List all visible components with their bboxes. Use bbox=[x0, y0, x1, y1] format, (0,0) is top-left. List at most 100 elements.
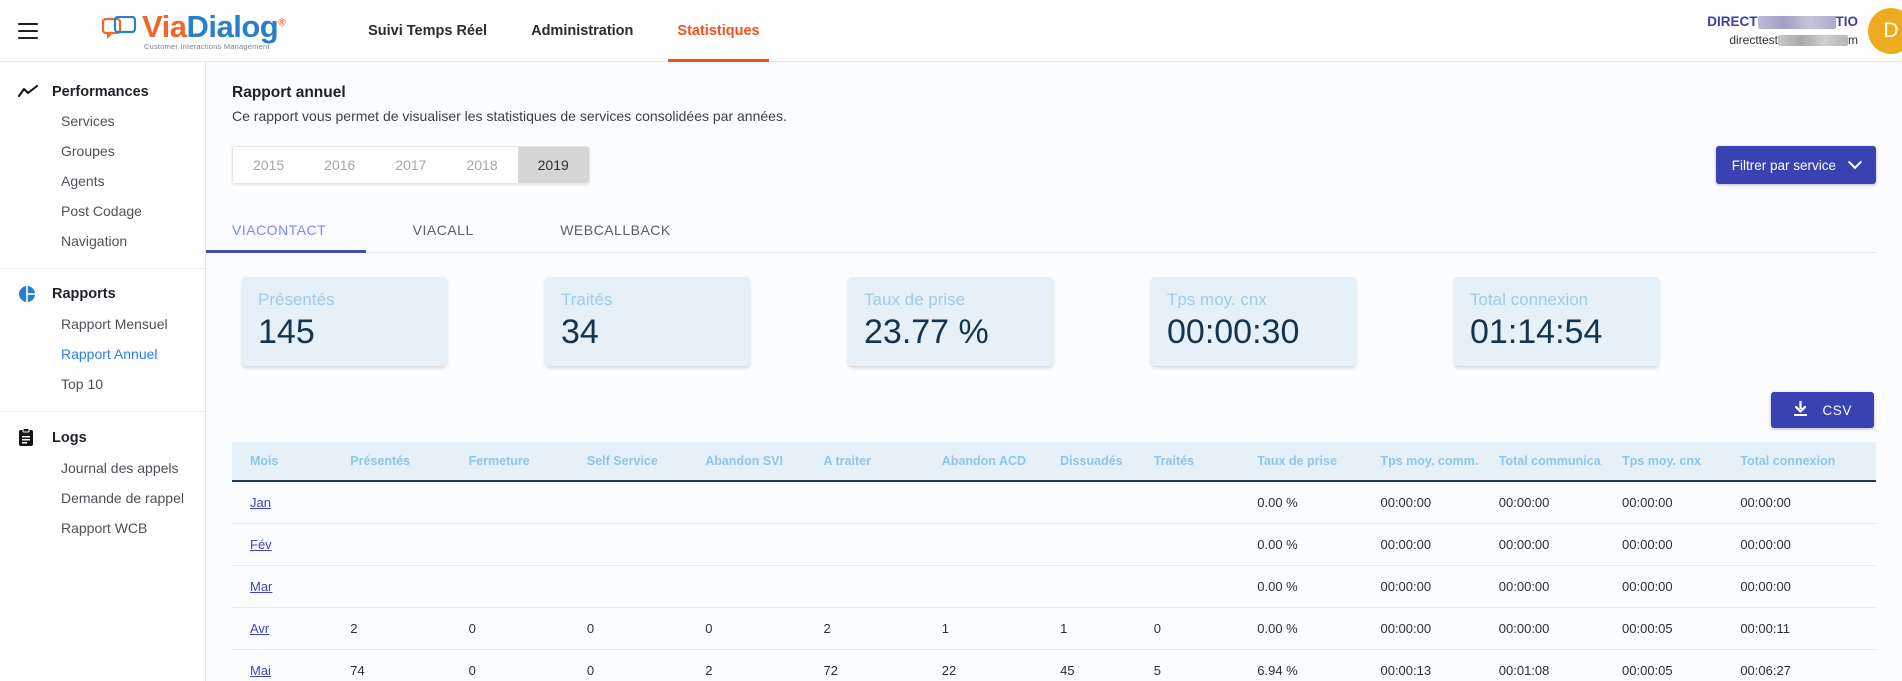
column-header-mois[interactable]: Mois bbox=[232, 442, 351, 483]
sidebar-item-services[interactable]: Services bbox=[0, 106, 205, 136]
column-header-tps-moy-cnx[interactable]: Tps moy. cnx bbox=[1622, 442, 1741, 483]
year-button-2019[interactable]: 2019 bbox=[517, 147, 589, 183]
avatar[interactable]: D bbox=[1868, 7, 1902, 54]
sidebar-item-rapport-mensuel[interactable]: Rapport Mensuel bbox=[0, 309, 205, 339]
column-header-tps-moy-comm[interactable]: Tps moy. comm. bbox=[1380, 442, 1499, 483]
export-row: CSV bbox=[232, 392, 1876, 429]
primary-nav: Suivi Temps Réel Administration Statisti… bbox=[367, 0, 769, 62]
table-cell bbox=[586, 565, 706, 609]
column-header-abandon-svi[interactable]: Abandon SVI bbox=[705, 442, 824, 483]
sidebar-item-journal-des-appels[interactable]: Journal des appels bbox=[0, 453, 205, 483]
sidebar: Performances Services Groupes Agents Pos… bbox=[0, 62, 206, 681]
month-link[interactable]: Fév bbox=[250, 537, 272, 552]
kpi-value: 145 bbox=[258, 313, 315, 351]
column-header-presentes[interactable]: Présentés bbox=[350, 442, 469, 483]
table-cell: 00:00:00 bbox=[1740, 481, 1876, 525]
table-cell: 0.00 % bbox=[1257, 481, 1381, 525]
kpi-value: 23.77 % bbox=[864, 313, 989, 351]
sidebar-item-rapport-annuel[interactable]: Rapport Annuel bbox=[0, 339, 205, 369]
table-cell: 5 bbox=[1153, 649, 1258, 681]
column-header-traites[interactable]: Traités bbox=[1153, 442, 1258, 483]
year-button-2016[interactable]: 2016 bbox=[304, 147, 376, 183]
controls-row: 2015 2016 2017 2018 2019 Filtrer par ser… bbox=[232, 146, 1876, 184]
table-cell bbox=[586, 523, 706, 567]
month-link[interactable]: Jan bbox=[250, 495, 271, 510]
table-cell: 00:00:00 bbox=[1498, 607, 1623, 651]
table-cell: 00:00:00 bbox=[1622, 523, 1741, 567]
table-cell: 1 bbox=[1060, 607, 1154, 651]
table-cell: 0 bbox=[468, 649, 587, 681]
table-cell-mois: Jan bbox=[232, 481, 351, 525]
sidebar-header-performances[interactable]: Performances bbox=[0, 78, 205, 106]
user-email-prefix: directtest bbox=[1729, 32, 1778, 47]
column-header-abandon-acd[interactable]: Abandon ACD bbox=[941, 442, 1061, 483]
table-cell: 00:00:00 bbox=[1622, 481, 1741, 525]
table-cell bbox=[823, 481, 942, 525]
report-table-container: Mois Présentés Fermeture Self Service Ab… bbox=[232, 442, 1876, 681]
filter-by-service-button[interactable]: Filtrer par service bbox=[1715, 146, 1876, 184]
table-cell bbox=[350, 481, 469, 525]
nav-item-suivi-temps-reel[interactable]: Suivi Temps Réel bbox=[367, 0, 488, 62]
column-header-taux-de-prise[interactable]: Taux de prise bbox=[1257, 442, 1381, 483]
column-header-total-communica[interactable]: Total communica bbox=[1498, 442, 1623, 483]
tab-viacontact[interactable]: VIACONTACT bbox=[206, 210, 367, 253]
table-row: Fév 0.00 % 00:00:00 00:00:00 00:00:00 00:00:0… bbox=[232, 523, 1876, 567]
column-header-fermeture[interactable]: Fermeture bbox=[468, 442, 587, 483]
export-csv-button[interactable]: CSV bbox=[1771, 392, 1874, 429]
year-button-2018[interactable]: 2018 bbox=[446, 147, 518, 183]
table-cell bbox=[705, 523, 824, 567]
table-cell bbox=[1153, 481, 1258, 525]
nav-item-statistiques[interactable]: Statistiques bbox=[668, 0, 769, 62]
column-header-self-service[interactable]: Self Service bbox=[586, 442, 706, 483]
table-row: Mai 74 0 0 2 72 22 45 5 6.94 % 00:00:13 00:01:08 00:… bbox=[232, 649, 1876, 681]
hamburger-menu-icon[interactable] bbox=[18, 22, 38, 39]
table-cell bbox=[1153, 523, 1258, 567]
column-header-a-traiter[interactable]: A traiter bbox=[823, 442, 942, 483]
table-cell: 00:01:08 bbox=[1498, 649, 1623, 681]
page-title: Rapport annuel bbox=[232, 84, 346, 101]
column-header-dissuades[interactable]: Dissuadés bbox=[1060, 442, 1154, 483]
month-link[interactable]: Mar bbox=[250, 579, 272, 594]
table-cell: 6.94 % bbox=[1257, 649, 1381, 681]
table-cell bbox=[1060, 523, 1154, 567]
kpi-cards: Présentés 145 Traités 34 Taux de prise 2… bbox=[232, 277, 1876, 367]
user-email: directtest m bbox=[1707, 32, 1858, 48]
table-cell: 00:00:13 bbox=[1380, 649, 1499, 681]
sidebar-item-top-10[interactable]: Top 10 bbox=[0, 369, 205, 399]
sidebar-item-agents[interactable]: Agents bbox=[0, 166, 205, 196]
sidebar-item-post-codage[interactable]: Post Codage bbox=[0, 196, 205, 226]
sidebar-item-demande-de-rappel[interactable]: Demande de rappel bbox=[0, 483, 205, 513]
user-account-area[interactable]: DIRECT TIO directtest m D bbox=[1707, 7, 1902, 54]
sidebar-item-rapport-wcb[interactable]: Rapport WCB bbox=[0, 513, 205, 543]
table-cell bbox=[1153, 565, 1258, 609]
sidebar-group-label: Logs bbox=[52, 429, 87, 446]
month-link[interactable]: Avr bbox=[250, 621, 269, 636]
user-info: DIRECT TIO directtest m bbox=[1707, 13, 1868, 47]
tab-webcallback[interactable]: WEBCALLBACK bbox=[560, 210, 671, 252]
nav-item-administration[interactable]: Administration bbox=[530, 0, 634, 62]
logo-registered-mark: ® bbox=[278, 17, 286, 29]
sidebar-header-rapports[interactable]: Rapports bbox=[0, 279, 205, 309]
table-cell: 00:06:27 bbox=[1740, 649, 1876, 681]
column-header-total-connexion[interactable]: Total connexion bbox=[1740, 442, 1876, 483]
kpi-card-total-connexion: Total connexion 01:14:54 bbox=[1454, 277, 1659, 367]
chevron-down-icon bbox=[1847, 155, 1863, 170]
redacted-block bbox=[1778, 34, 1848, 46]
brand-logo[interactable]: ViaDialog® Customer Interactions Managem… bbox=[101, 11, 286, 51]
table-cell: 00:00:11 bbox=[1740, 607, 1876, 651]
kpi-label: Présentés bbox=[258, 290, 335, 309]
sidebar-item-navigation[interactable]: Navigation bbox=[0, 226, 205, 256]
sidebar-header-logs[interactable]: Logs bbox=[0, 422, 205, 453]
tab-viacall[interactable]: VIACALL bbox=[400, 210, 486, 252]
month-link[interactable]: Mai bbox=[250, 663, 271, 678]
year-button-2015[interactable]: 2015 bbox=[233, 147, 305, 183]
table-cell bbox=[823, 565, 942, 609]
sidebar-group-performances: Performances Services Groupes Agents Pos… bbox=[0, 68, 205, 269]
table-cell bbox=[468, 565, 587, 609]
table-cell: 22 bbox=[941, 649, 1061, 681]
table-cell-mois: Mar bbox=[232, 565, 351, 609]
sidebar-item-groupes[interactable]: Groupes bbox=[0, 136, 205, 166]
year-button-2017[interactable]: 2017 bbox=[375, 147, 447, 183]
table-cell: 0 bbox=[468, 607, 587, 651]
export-csv-label: CSV bbox=[1822, 402, 1852, 418]
